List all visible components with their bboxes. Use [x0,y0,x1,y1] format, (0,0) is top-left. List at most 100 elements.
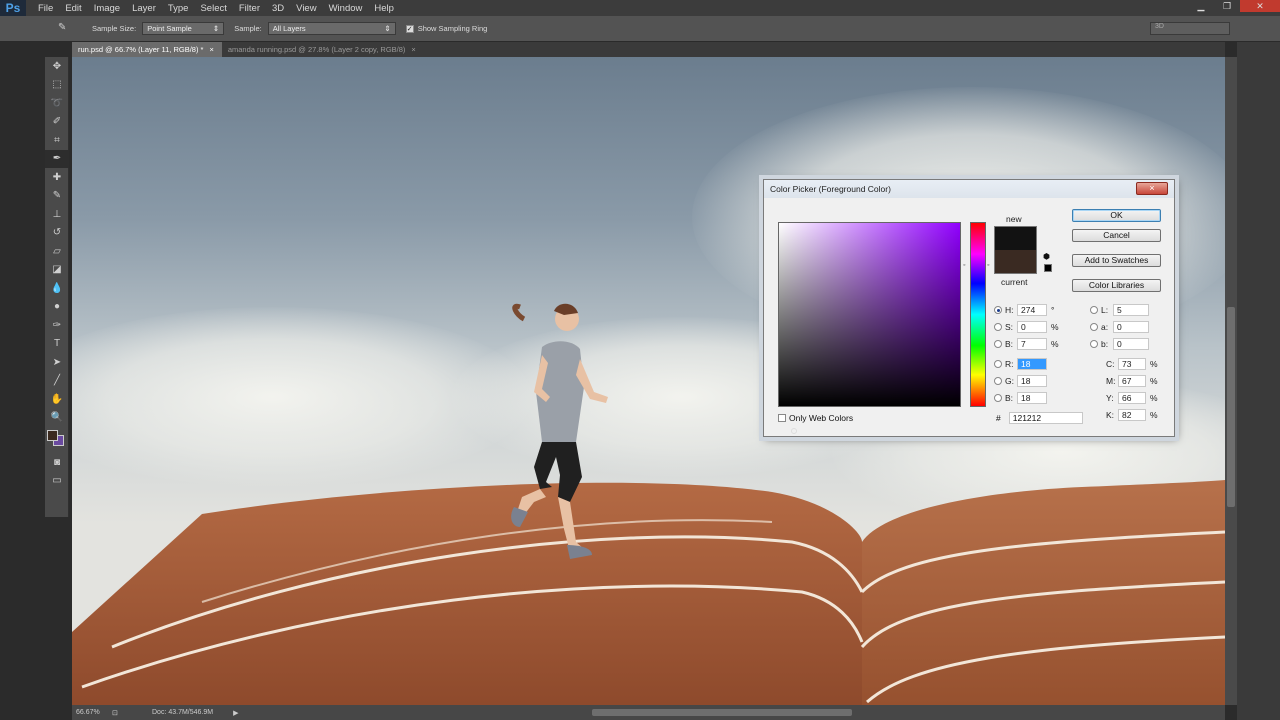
sample-select[interactable]: All Layers ⇕ [267,22,396,35]
clone-stamp-tool-icon[interactable]: ⊥ [45,205,69,224]
lightness-radio[interactable] [1090,306,1098,314]
hue-input[interactable]: 274 [1017,304,1047,316]
a-radio[interactable] [1090,323,1098,331]
blue-input[interactable]: 18 [1017,392,1047,404]
cyan-input[interactable]: 73 [1118,358,1146,370]
restore-icon[interactable]: ❐ [1214,0,1240,12]
hue-slider-right-arrow-icon[interactable]: ◦ [987,262,989,269]
brightness-input[interactable]: 7 [1017,338,1047,350]
healing-brush-tool-icon[interactable]: ✚ [45,168,69,187]
sample-size-select[interactable]: Point Sample ⇕ [142,22,225,35]
menu-file[interactable]: File [38,3,53,14]
move-tool-icon[interactable]: ✥ [45,57,69,76]
tab-amanda-running-psd[interactable]: amanda running.psd @ 27.8% (Layer 2 copy… [222,42,424,57]
hue-unit: ° [1051,305,1055,315]
blue-radio[interactable] [994,394,1002,402]
pen-tool-icon[interactable]: ✑ [45,316,69,335]
menu-edit[interactable]: Edit [65,3,81,14]
a-input[interactable]: 0 [1113,321,1149,333]
menu-view[interactable]: View [296,3,316,14]
red-radio[interactable] [994,360,1002,368]
eyedropper-tool-preset-icon[interactable]: ✎ [58,22,66,33]
gamut-cube-icon[interactable]: ⬢ [1043,252,1050,261]
close-icon[interactable]: × [209,45,213,54]
hue-slider-left-arrow-icon[interactable]: ◦ [963,262,965,269]
paint-bucket-tool-icon[interactable]: ◪ [45,261,69,280]
menu-window[interactable]: Window [329,3,363,14]
eyedropper-tool-icon[interactable]: ✒ [45,149,69,168]
book-running-track [72,480,1225,705]
magenta-input[interactable]: 67 [1118,375,1146,387]
saturation-input[interactable]: 0 [1017,321,1047,333]
quick-select-tool-icon[interactable]: ✐ [45,113,69,132]
yellow-label: Y: [1106,393,1114,403]
red-field-row: R: 18 [994,358,1051,370]
green-input[interactable]: 18 [1017,375,1047,387]
marquee-tool-icon[interactable]: ⬚ [45,76,69,95]
minimize-icon[interactable]: ▁ [1188,0,1214,12]
menu-select[interactable]: Select [200,3,226,14]
only-web-colors-label: Only Web Colors [789,413,854,423]
green-label: G: [1005,376,1014,386]
foreground-color-swatch[interactable] [47,430,58,441]
show-sampling-ring-checkbox[interactable]: ✓ [405,24,414,33]
vertical-scrollbar[interactable] [1225,57,1237,705]
hue-radio[interactable] [994,306,1002,314]
history-brush-tool-icon[interactable]: ↺ [45,224,69,243]
path-selection-tool-icon[interactable]: ➤ [45,353,69,372]
cancel-button[interactable]: Cancel [1072,229,1161,242]
hue-slider[interactable] [970,222,986,407]
menu-layer[interactable]: Layer [132,3,156,14]
blur-tool-icon[interactable]: 💧 [45,279,69,298]
tab-label: amanda running.psd @ 27.8% (Layer 2 copy… [227,45,406,54]
type-tool-icon[interactable]: T [45,335,69,354]
lightness-input[interactable]: 5 [1113,304,1149,316]
zoom-tool-icon[interactable]: 🔍 [45,409,69,428]
saturation-unit: % [1051,322,1059,332]
yellow-input[interactable]: 66 [1118,392,1146,404]
menu-type[interactable]: Type [168,3,189,14]
horizontal-scrollbar[interactable] [592,709,852,716]
menu-help[interactable]: Help [374,3,394,14]
menu-filter[interactable]: Filter [239,3,260,14]
red-input[interactable]: 18 [1017,358,1047,370]
b-lab-radio[interactable] [1090,340,1098,348]
color-field-marker[interactable] [791,428,797,434]
dialog-close-button[interactable]: × [1136,182,1168,195]
crop-tool-icon[interactable]: ⌗ [45,131,69,150]
menu-3d[interactable]: 3D [272,3,284,14]
screen-mode-icon[interactable]: ▭ [45,472,69,491]
status-menu-arrow-icon[interactable]: ▶ [233,709,238,717]
only-web-colors-checkbox[interactable] [778,414,786,422]
add-to-swatches-button[interactable]: Add to Swatches [1072,254,1161,267]
export-icon[interactable]: ⊡ [112,709,126,717]
quick-mask-icon[interactable]: ◙ [45,453,69,472]
eraser-tool-icon[interactable]: ▱ [45,242,69,261]
close-icon[interactable]: ✕ [1240,0,1280,12]
web-safe-swatch-icon[interactable] [1044,264,1052,272]
current-color-swatch[interactable] [994,250,1037,274]
zoom-level[interactable]: 66.67% [76,709,112,716]
black-label: K: [1106,410,1115,420]
close-icon[interactable]: × [411,45,415,54]
menu-image[interactable]: Image [94,3,120,14]
color-field[interactable] [778,222,961,434]
saturation-radio[interactable] [994,323,1002,331]
b-lab-input[interactable]: 0 [1113,338,1149,350]
black-input[interactable]: 82 [1118,409,1146,421]
dodge-tool-icon[interactable]: ● [45,298,69,317]
ok-button[interactable]: OK [1072,209,1161,222]
color-picker-dialog: Color Picker (Foreground Color) × ◦ ◦ ne… [763,179,1175,437]
green-radio[interactable] [994,377,1002,385]
tab-run-psd[interactable]: run.psd @ 66.7% (Layer 11, RGB/8) * × [72,42,222,57]
brightness-radio[interactable] [994,340,1002,348]
hand-tool-icon[interactable]: ✋ [45,390,69,409]
scroll-thumb[interactable] [1227,307,1235,507]
color-libraries-button[interactable]: Color Libraries [1072,279,1161,292]
line-tool-icon[interactable]: ╱ [45,372,69,391]
workspace-select[interactable]: 3D [1150,22,1230,35]
lasso-tool-icon[interactable]: ➰ [45,94,69,113]
brush-tool-icon[interactable]: ✎ [45,187,69,206]
hex-input[interactable]: 121212 [1008,412,1083,424]
brightness-label: B: [1005,339,1014,349]
